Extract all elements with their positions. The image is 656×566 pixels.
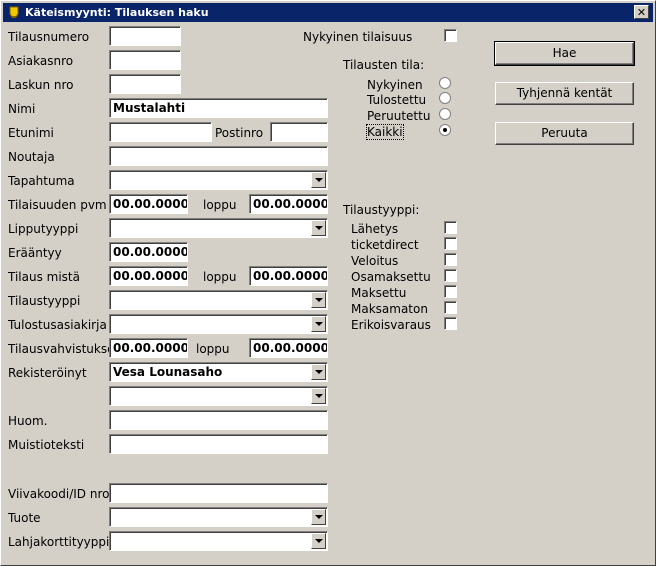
- laskun-nro-input[interactable]: [109, 74, 181, 94]
- tilaisuuden-pvm-to[interactable]: 00.00.0000: [249, 194, 328, 214]
- app-icon: [9, 6, 19, 18]
- chk-maksamaton-label: Maksamaton: [351, 302, 428, 316]
- tilaisuuden-pvm-from[interactable]: 00.00.0000: [109, 194, 188, 214]
- tilaustyyppi-group-heading: Tilaustyyppi:: [343, 203, 420, 217]
- tyhjenna-button[interactable]: Tyhjennä kentät: [495, 82, 634, 105]
- hae-button[interactable]: Hae: [494, 41, 635, 66]
- tilausvahvistukse-label: Tilausvahvistukse: [8, 342, 115, 356]
- chk-lahetys-label: Lähetys: [351, 222, 399, 236]
- muistioteksti-label: Muistioteksti: [8, 438, 85, 452]
- chevron-down-icon[interactable]: [311, 316, 326, 332]
- etunimi-label: Etunimi: [8, 126, 54, 140]
- viivakoodi-label: Viivakoodi/ID nro: [8, 487, 110, 501]
- tilaustyyppi-select[interactable]: [109, 290, 328, 310]
- etunimi-input[interactable]: [109, 122, 212, 142]
- noutaja-input[interactable]: [109, 146, 328, 166]
- radio-kaikki-label: Kaikki: [366, 124, 404, 140]
- rekisteroinyt-secondary-select[interactable]: [109, 386, 328, 406]
- peruuta-button[interactable]: Peruuta: [495, 122, 634, 145]
- chk-veloitus-label: Veloitus: [351, 254, 399, 268]
- radio-tulostettu[interactable]: [439, 92, 451, 104]
- nykyinen-tilaisuus-checkbox[interactable]: [444, 29, 457, 42]
- radio-nykyinen-label: Nykyinen: [367, 78, 423, 92]
- lahjakorttityyppi-label: Lahjakorttityyppi: [8, 535, 110, 549]
- laskun-nro-label: Laskun nro: [8, 78, 74, 92]
- nykyinen-tilaisuus-label: Nykyinen tilaisuus: [303, 30, 413, 44]
- noutaja-label: Noutaja: [8, 150, 55, 164]
- chevron-down-icon[interactable]: [311, 364, 326, 380]
- asiakasnro-label: Asiakasnro: [8, 54, 74, 68]
- radio-peruutettu[interactable]: [439, 108, 451, 120]
- radio-peruutettu-label: Peruutettu: [367, 109, 431, 123]
- tilausvahvistukse-loppu-label: loppu: [196, 342, 230, 356]
- chk-veloitus[interactable]: [444, 253, 457, 266]
- tulostusasiakirja-label: Tulostusasiakirja: [8, 318, 107, 332]
- chk-maksettu[interactable]: [444, 285, 457, 298]
- chk-maksamaton[interactable]: [444, 301, 457, 314]
- tilausvahvistukse-to[interactable]: 00.00.0000: [249, 338, 328, 358]
- muistioteksti-input[interactable]: [109, 434, 328, 454]
- rekisteroinyt-label: Rekisteröinyt: [8, 366, 87, 380]
- asiakasnro-input[interactable]: [109, 50, 181, 70]
- tapahtuma-select[interactable]: [109, 170, 328, 190]
- rekisteroinyt-select[interactable]: Vesa Lounasaho: [109, 362, 328, 382]
- eraantyy-input[interactable]: 00.00.0000: [109, 242, 188, 262]
- viivakoodi-input[interactable]: [109, 483, 328, 503]
- lahjakorttityyppi-select[interactable]: [109, 531, 328, 551]
- postinro-label: Postinro: [215, 126, 264, 140]
- close-icon: ✕: [636, 6, 647, 19]
- chevron-down-icon[interactable]: [311, 220, 326, 236]
- tilaustyyppi-label: Tilaustyyppi: [8, 294, 81, 308]
- window-title: Käteismyynti: Tilauksen haku: [25, 6, 209, 19]
- tilaus-mista-to[interactable]: 00.00.0000: [249, 266, 328, 286]
- close-button[interactable]: ✕: [634, 5, 649, 19]
- chk-osamaksettu[interactable]: [444, 269, 457, 282]
- chk-lahetys[interactable]: [444, 221, 457, 234]
- chevron-down-icon[interactable]: [311, 388, 326, 404]
- lipputyyppi-select[interactable]: [109, 218, 328, 238]
- chevron-down-icon[interactable]: [311, 292, 326, 308]
- tilaisuuden-pvm-loppu-label: loppu: [203, 198, 237, 212]
- eraantyy-label: Erääntyy: [8, 246, 62, 260]
- chk-ticketdirect[interactable]: [444, 237, 457, 250]
- chk-osamaksettu-label: Osamaksettu: [351, 270, 431, 284]
- rekisteroinyt-value: Vesa Lounasaho: [113, 365, 223, 379]
- huom-label: Huom.: [8, 414, 48, 428]
- nimi-input[interactable]: Mustalahti: [109, 98, 328, 118]
- radio-kaikki[interactable]: [439, 124, 451, 136]
- chevron-down-icon[interactable]: [311, 172, 326, 188]
- chevron-down-icon[interactable]: [311, 509, 326, 525]
- tuote-label: Tuote: [8, 511, 41, 525]
- chk-ticketdirect-label: ticketdirect: [351, 238, 419, 252]
- tuote-select[interactable]: [109, 507, 328, 527]
- chk-erikoisvaraus-label: Erikoisvaraus: [351, 318, 431, 332]
- tulostusasiakirja-select[interactable]: [109, 314, 328, 334]
- tilausten-tila-heading: Tilausten tila:: [343, 58, 425, 72]
- tilausnumero-input[interactable]: [109, 26, 181, 46]
- tilaus-mista-from[interactable]: 00.00.0000: [109, 266, 188, 286]
- radio-tulostettu-label: Tulostettu: [367, 93, 427, 107]
- tilaus-mista-label: Tilaus mistä: [8, 270, 80, 284]
- tapahtuma-label: Tapahtuma: [8, 174, 75, 188]
- chk-erikoisvaraus[interactable]: [444, 317, 457, 330]
- title-bar[interactable]: Käteismyynti: Tilauksen haku ✕: [3, 3, 653, 22]
- radio-nykyinen[interactable]: [439, 77, 451, 89]
- tilaus-mista-loppu-label: loppu: [203, 270, 237, 284]
- tilaisuuden-pvm-label: Tilaisuuden pvm: [8, 198, 107, 212]
- chevron-down-icon[interactable]: [311, 533, 326, 549]
- tilausnumero-label: Tilausnumero: [8, 30, 90, 44]
- tilausvahvistukse-from[interactable]: 00.00.0000: [109, 338, 188, 358]
- lipputyyppi-label: Lipputyyppi: [8, 222, 79, 236]
- huom-input[interactable]: [109, 410, 328, 430]
- chk-maksettu-label: Maksettu: [351, 286, 407, 300]
- nimi-label: Nimi: [8, 102, 36, 116]
- postinro-input[interactable]: [270, 122, 328, 142]
